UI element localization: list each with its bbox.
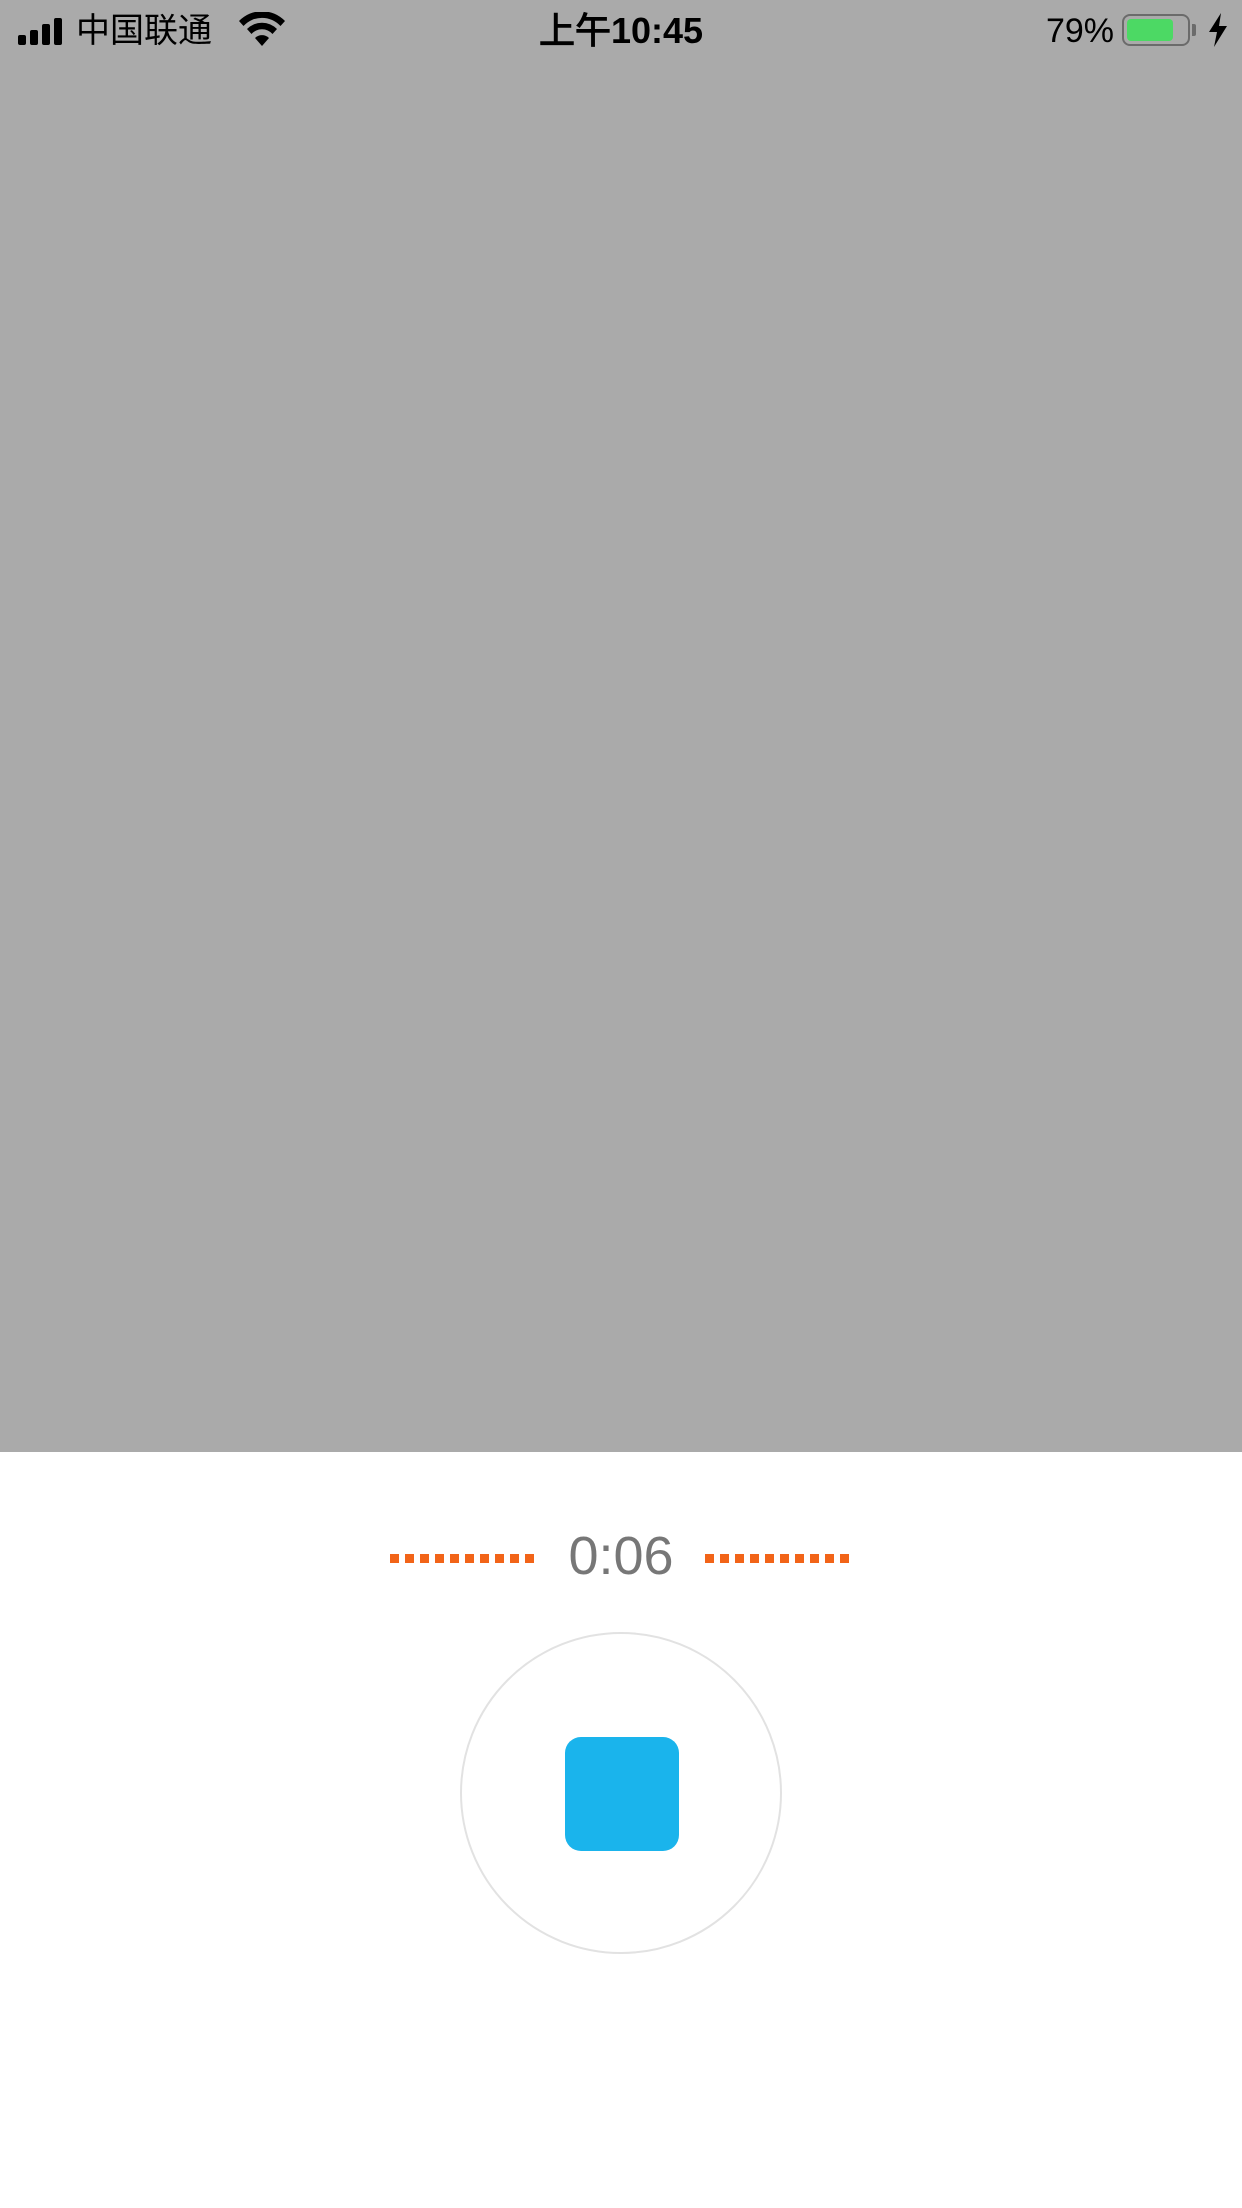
audio-level-indicator-left	[390, 1554, 538, 1563]
status-bar: 中国联通 上午10:45 79%	[0, 0, 1242, 62]
battery-percentage: 79%	[1045, 12, 1114, 50]
screen: 中国联通 上午10:45 79% 0:06	[0, 0, 1242, 2208]
stop-recording-button[interactable]	[460, 1632, 782, 1954]
battery-cap	[1192, 24, 1196, 36]
battery-icon	[1122, 14, 1190, 46]
preview-area: 中国联通 上午10:45 79%	[0, 0, 1242, 1452]
stop-square-icon	[565, 1737, 679, 1851]
audio-level-indicator-right	[705, 1554, 853, 1563]
elapsed-time: 0:06	[568, 1526, 674, 1586]
battery-level-fill	[1127, 19, 1173, 41]
charging-bolt-icon	[1209, 13, 1227, 47]
recording-timer-row: 0:06	[0, 1520, 1242, 1592]
